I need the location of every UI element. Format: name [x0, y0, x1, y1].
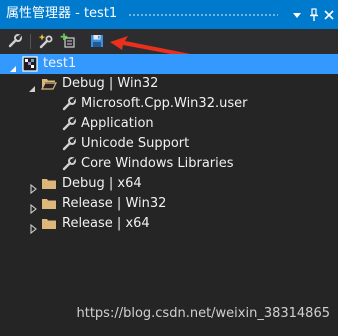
folder-icon	[41, 176, 57, 192]
tree-item-config[interactable]: Debug | x64	[0, 174, 338, 195]
tree-item-label: test1	[43, 56, 77, 71]
wrench-icon	[61, 136, 77, 152]
wrench-icon	[61, 156, 77, 172]
tree-item-property-sheet[interactable]: Microsoft.Cpp.Win32.user	[0, 94, 338, 114]
add-existing-property-sheet-button[interactable]	[58, 32, 78, 51]
add-sheet-icon	[60, 33, 75, 48]
tree-item-label: Debug | x64	[62, 176, 142, 191]
tree-item-config[interactable]: Release | Win32	[0, 194, 338, 215]
tree-item-property-sheet[interactable]: Core Windows Libraries	[0, 154, 338, 174]
pin-icon[interactable]	[307, 7, 321, 21]
folder-icon	[41, 216, 57, 232]
tree-item-config[interactable]: Debug | Win32	[0, 74, 338, 94]
tree-item-label: Release | x64	[62, 216, 150, 231]
tree-item-label: Unicode Support	[81, 136, 190, 151]
tree-item-property-sheet[interactable]: Application	[0, 114, 338, 134]
tree-item-property-sheet[interactable]: Unicode Support	[0, 134, 338, 154]
collapsed-arrow-icon[interactable]	[29, 199, 39, 215]
floppy-disk-icon	[91, 35, 103, 47]
expanded-arrow-icon[interactable]	[27, 79, 37, 92]
property-manager-panel: 属性管理器 - test1 test1 Debug | Win32 Micros…	[0, 0, 338, 336]
add-new-property-sheet-button[interactable]	[36, 32, 56, 51]
expanded-arrow-icon[interactable]	[8, 59, 18, 72]
tree-item-label: Debug | Win32	[62, 76, 159, 91]
watermark: https://blog.csdn.net/weixin_38314865	[76, 306, 330, 321]
tree-item-config[interactable]: Release | x64	[0, 214, 338, 235]
wrench-icon	[61, 96, 77, 112]
dropdown-icon[interactable]	[290, 7, 304, 21]
tree-item-label: Microsoft.Cpp.Win32.user	[81, 96, 248, 111]
project-icon	[22, 56, 38, 72]
wrench-star-icon	[38, 34, 53, 49]
toolbar-separator	[30, 34, 31, 49]
panel-title: 属性管理器 - test1	[6, 6, 118, 21]
collapsed-arrow-icon[interactable]	[29, 179, 39, 195]
tree-item-project[interactable]: test1	[0, 54, 338, 74]
save-button[interactable]	[87, 32, 107, 51]
close-icon[interactable]	[322, 7, 336, 21]
open-folder-icon	[41, 76, 57, 92]
tree-item-label: Core Windows Libraries	[81, 156, 234, 171]
panel-title-bar[interactable]: 属性管理器 - test1	[0, 0, 338, 29]
wrench-icon	[8, 34, 22, 48]
tree-item-label: Application	[81, 116, 154, 131]
properties-button[interactable]	[5, 32, 25, 51]
wrench-icon	[61, 116, 77, 132]
collapsed-arrow-icon[interactable]	[29, 219, 39, 235]
tree-item-label: Release | Win32	[62, 196, 167, 211]
folder-icon	[41, 196, 57, 212]
title-grip	[128, 13, 278, 16]
